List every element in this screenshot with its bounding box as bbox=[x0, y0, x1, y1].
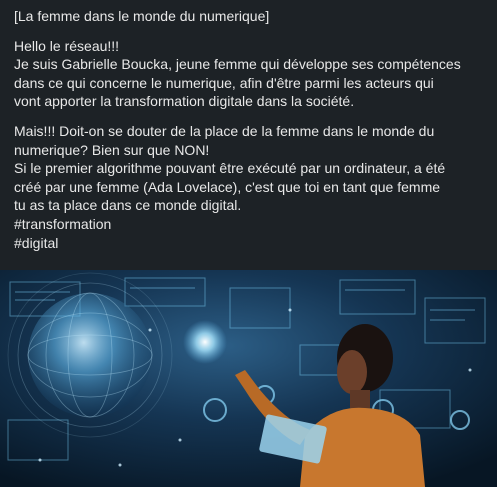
paragraph-body-line-5: tu as ta place dans ce monde digital. bbox=[14, 197, 242, 214]
paragraph-body-line-1: Mais!!! Doit-on se douter de la place de… bbox=[14, 122, 435, 139]
holographic-globe-illustration bbox=[0, 270, 497, 487]
paragraph-body-line-4: créé par une femme (Ada Lovelace), c'est… bbox=[14, 178, 441, 195]
hashtag-digital-link[interactable]: #digital bbox=[14, 234, 483, 253]
post-image[interactable] bbox=[0, 270, 497, 487]
paragraph-body-line-3: Si le premier algorithme pouvant être ex… bbox=[14, 160, 446, 177]
globe-icon bbox=[28, 293, 152, 417]
post-body: [La femme dans le monde du numerique] He… bbox=[0, 0, 497, 252]
hashtag-transformation-link[interactable]: #transformation bbox=[14, 215, 483, 234]
paragraph-intro-line-2: Je suis Gabrielle Boucka, jeune femme qu… bbox=[14, 56, 461, 73]
post-card: [La femme dans le monde du numerique] He… bbox=[0, 0, 497, 487]
paragraph-intro-line-3: dans ce qui concerne le numerique, afin … bbox=[14, 74, 434, 91]
paragraph-intro-line-1: Hello le réseau!!! bbox=[14, 37, 120, 54]
paragraph-body-line-2: numerique? Bien sur que NON! bbox=[14, 141, 210, 158]
post-headline: [La femme dans le monde du numerique] bbox=[14, 8, 270, 24]
paragraph-intro-line-4: vont apporter la transformation digitale… bbox=[14, 93, 355, 110]
